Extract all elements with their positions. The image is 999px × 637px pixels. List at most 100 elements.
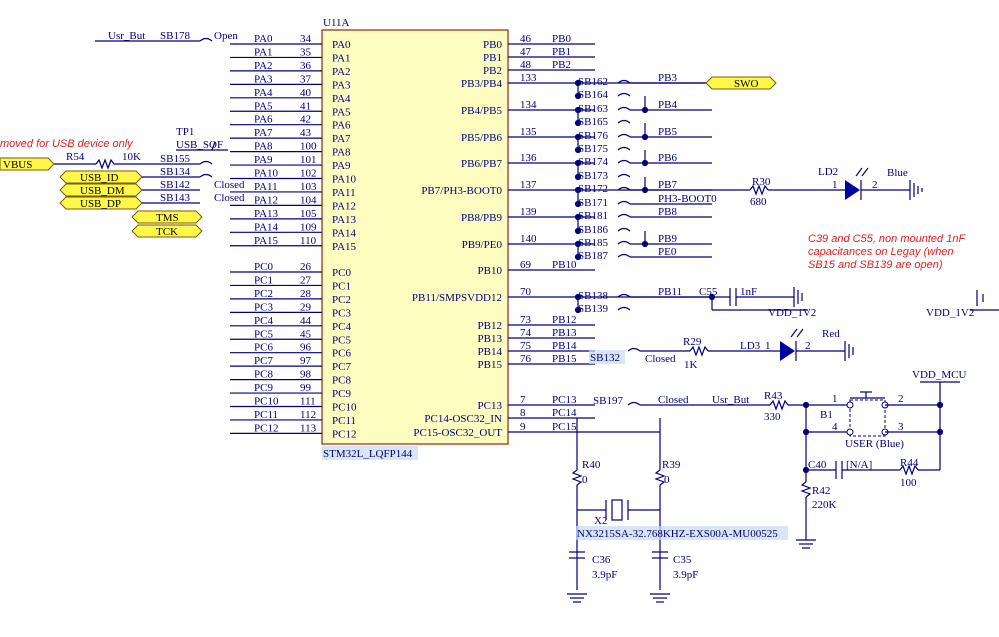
left-pin-number: 27 <box>300 274 312 286</box>
left-pin-name: PA15 <box>332 241 357 253</box>
sb134-label: SB134 <box>160 166 190 178</box>
ic-part-number: STM32L_LQFP144 <box>323 448 413 460</box>
right-pin-net: PC13 <box>552 394 577 406</box>
right-pin-number: 9 <box>520 421 526 433</box>
left-pin-name: PA7 <box>332 133 351 145</box>
right-pin-name: PB1 <box>483 52 502 64</box>
sb-label: SB172 <box>578 183 608 195</box>
left-pin-name: PC10 <box>332 402 357 414</box>
ld3-pin1: 1 <box>765 340 771 352</box>
sb-arc <box>617 92 631 97</box>
sb-arc <box>617 306 631 311</box>
left-pin-number: 110 <box>300 235 317 247</box>
c55-ref: C55 <box>699 286 718 298</box>
right-pin-name: PB6/PB7 <box>461 158 502 170</box>
right-pin-name: PB15 <box>478 359 503 371</box>
left-pin-net: PC9 <box>254 382 273 394</box>
b1-pin2: 2 <box>898 393 904 405</box>
sb155-label: SB155 <box>160 153 190 165</box>
ld2-pin2: 2 <box>872 179 878 191</box>
right-pin-number: 48 <box>520 59 532 71</box>
sb-label: SB181 <box>578 210 608 222</box>
left-pin-number: 44 <box>300 315 312 327</box>
right-pin-number: 69 <box>520 259 532 271</box>
left-pin-number: 37 <box>300 73 312 85</box>
sb-arc <box>617 146 631 151</box>
sb197-label: SB197 <box>593 395 623 407</box>
right-pin-name: PB10 <box>478 265 503 277</box>
left-pin-net: PC11 <box>254 409 278 421</box>
user-button-b1 <box>846 391 889 437</box>
right-pin-name: PC14-OSC32_IN <box>424 413 502 425</box>
sb178-label: SB178 <box>160 30 190 42</box>
left-pin-name: PC1 <box>332 280 351 292</box>
right-pin-number: 70 <box>520 286 532 298</box>
ld3-diode <box>780 341 795 361</box>
right-pin-name: PB3/PB4 <box>461 78 502 90</box>
right-pin-name: PB9/PE0 <box>462 239 503 251</box>
right-pin-net: PB12 <box>552 314 576 326</box>
left-pin-name: PA6 <box>332 120 351 132</box>
sb-label: SB185 <box>578 237 608 249</box>
vdd-1v2-label-2: VDD_1V2 <box>926 307 974 319</box>
sb178-state: Open <box>214 30 238 42</box>
pb-net-label: PB4 <box>658 99 677 111</box>
right-pin-number: 75 <box>520 340 532 352</box>
net-usr-but-left: Usr_But <box>108 30 145 42</box>
tp1-label: TP1 <box>176 126 194 138</box>
right-pin-name: PB11/SMPSVDD12 <box>412 292 502 304</box>
pb-net-label: PB8 <box>658 206 677 218</box>
note-line-3: SB15 and SB139 are open) <box>808 259 943 271</box>
pb-net-label: PB7 <box>658 179 677 191</box>
right-pin-net: PC15 <box>552 421 577 433</box>
right-pin-number: 76 <box>520 353 532 365</box>
ld2-pin1: 1 <box>832 179 838 191</box>
sb-label: SB176 <box>578 130 608 142</box>
sb-label: SB175 <box>578 143 608 155</box>
ld3-ground-icon <box>844 341 854 361</box>
left-pin-name: PA1 <box>332 52 351 64</box>
left-pin-net: PA10 <box>254 168 279 180</box>
left-pin-net: PA3 <box>254 73 273 85</box>
right-pin-number: 8 <box>520 407 526 419</box>
pb-net-label: PB5 <box>658 126 677 138</box>
right-pin-number: 46 <box>520 33 532 45</box>
pb-net-label: PB3 <box>658 72 677 84</box>
sb-arc <box>617 240 631 245</box>
c36-ground-icon <box>567 593 587 603</box>
right-pin-name: PB2 <box>483 65 502 77</box>
left-pin-net: PC0 <box>254 261 273 273</box>
left-pin-number: 97 <box>300 355 312 367</box>
r39-value: 0 <box>664 474 670 486</box>
left-pin-net: PA7 <box>254 127 273 139</box>
left-pin-number: 109 <box>300 221 317 233</box>
r42-value: 220K <box>812 499 837 511</box>
sb-arc <box>617 133 631 138</box>
sb143-state: Closed <box>214 192 245 204</box>
c35-ground-icon <box>650 593 670 603</box>
vbus-label: VBUS <box>3 159 32 171</box>
b1-pin4: 4 <box>832 421 838 433</box>
x2-part: NX3215SA-32.768KHZ-EXS00A-MU00525 <box>577 528 778 540</box>
sb-arc <box>617 253 631 258</box>
left-pin-number: 26 <box>300 261 312 273</box>
swo-label: SWO <box>734 78 759 90</box>
right-pin-net: PB0 <box>552 33 571 45</box>
right-pin-number: 137 <box>520 179 537 191</box>
left-pin-number: 36 <box>300 60 312 72</box>
r29-value: 1K <box>684 359 698 371</box>
pb-net-label: PB11 <box>658 286 682 298</box>
left-pin-name: PA4 <box>332 93 351 105</box>
schematic-canvas: U11A STM32L_LQFP144 PA0 34 PA0 PA1 35 PA1 PA2 3… <box>0 0 999 637</box>
left-pin-net: PA2 <box>254 60 273 72</box>
sb-label: SB173 <box>578 170 608 182</box>
right-pin-number: 139 <box>520 206 537 218</box>
left-pin-net: PA9 <box>254 154 273 166</box>
ld2-ground-icon <box>909 180 923 200</box>
usb-sof-label: USB_SOF <box>176 139 223 151</box>
sb-label: SB139 <box>578 303 608 315</box>
left-pin-name: PA2 <box>332 66 351 78</box>
sb-label: SB138 <box>578 290 608 302</box>
r30-value: 680 <box>750 196 767 208</box>
c36-ref: C36 <box>592 554 611 566</box>
